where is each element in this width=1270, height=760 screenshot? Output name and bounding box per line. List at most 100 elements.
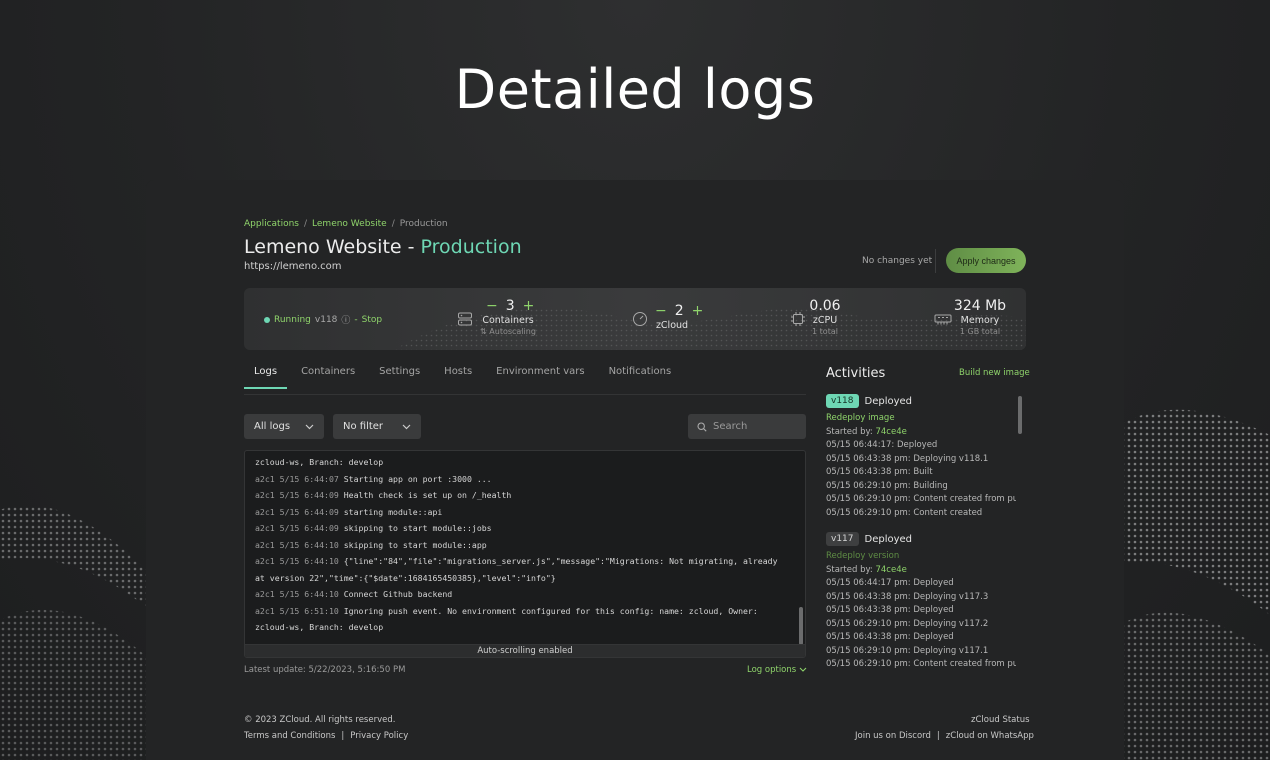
memory-stat: 324 Mb Memory 1 GB total — [950, 298, 1010, 336]
log-line: zcloud-ws, Branch: develop — [255, 457, 384, 467]
app-status: Running v118 ⓘ - Stop — [264, 313, 382, 326]
log-line: a2c1 5/15 6:44:10 {"line":"84","file":"m… — [255, 556, 778, 566]
running-dot-icon — [264, 316, 270, 323]
footer-separator: | — [341, 731, 345, 741]
activity-event: 05/15 06:43:38 pm: Deployed — [826, 605, 954, 615]
breadcrumb-separator: / — [303, 219, 308, 229]
log-scrollbar[interactable] — [799, 607, 803, 645]
tabs-divider — [244, 394, 806, 395]
decrease-containers-button[interactable]: − — [486, 298, 498, 314]
breadcrumb-applications[interactable]: Applications — [244, 219, 299, 229]
log-line: a2c1 5/15 6:44:09 Health check is set up… — [255, 490, 512, 500]
privacy-link[interactable]: Privacy Policy — [350, 731, 408, 741]
tab-containers[interactable]: Containers — [291, 366, 365, 389]
autoscaling-label: ⇅ Autoscaling — [480, 327, 536, 336]
activities-scrollbar[interactable] — [1018, 396, 1022, 434]
info-icon[interactable]: ⓘ — [341, 313, 350, 326]
increase-containers-button[interactable]: + — [523, 298, 535, 314]
chevron-down-icon — [799, 667, 807, 672]
chevron-down-icon — [305, 424, 314, 429]
log-line: a2c1 5/15 6:44:07 Starting app on port :… — [255, 473, 492, 484]
footer-separator: | — [936, 731, 940, 741]
tab-environment-vars[interactable]: Environment vars — [486, 366, 594, 389]
zcpu-label: zCPU — [812, 315, 838, 326]
decrease-zcloud-button[interactable]: − — [655, 303, 667, 319]
log-line: a2c1 5/15 6:51:10 Ignoring push event. N… — [255, 605, 758, 616]
activity-event: 05/15 06:44:17: Deployed — [826, 440, 938, 450]
status-separator: - — [354, 314, 358, 325]
hero-title: Detailed logs — [454, 58, 816, 121]
dashboard-panel: Applications / Lemeno Website / Production L… — [146, 180, 1124, 760]
breadcrumb-app[interactable]: Lemeno Website — [312, 219, 387, 229]
app-url[interactable]: https://lemeno.com — [244, 261, 342, 272]
commit-hash-link[interactable]: 74ce4e — [875, 565, 906, 575]
zcpu-value: 0.06 — [809, 298, 841, 314]
discord-link[interactable]: Join us on Discord — [855, 731, 931, 741]
containers-count: 3 — [505, 298, 515, 314]
app-name: Lemeno Website - — [244, 236, 421, 258]
version-badge: v117 — [826, 532, 859, 546]
log-line: at version 22","time":{"$date":168416545… — [255, 572, 556, 583]
log-options-label: Log options — [747, 665, 797, 675]
log-line: zcloud-ws, Branch: develop — [255, 622, 384, 632]
started-by: Started by: 74ce4e — [826, 564, 907, 575]
breadcrumb-separator: / — [391, 219, 395, 229]
whatsapp-link[interactable]: zCloud on WhatsApp — [946, 731, 1034, 741]
memory-value: 324 Mb — [953, 298, 1007, 314]
activity-status: Deployed — [864, 395, 913, 407]
log-lines: zcloud-ws, Branch: develop a2c1 5/15 6:4… — [255, 454, 791, 636]
zcloud-stat: −2 + zCloud — [647, 303, 703, 331]
activity-event: 05/15 06:29:10 pm: Deploying v117.2 — [826, 618, 989, 629]
log-line: a2c1 5/15 6:44:09 starting module::api — [255, 506, 443, 517]
tab-logs[interactable]: Logs — [244, 366, 288, 389]
build-new-image-button[interactable]: Build new image — [959, 368, 1030, 378]
started-by: Started by: 74ce4e — [826, 426, 907, 437]
apply-changes-button[interactable]: Apply changes — [946, 248, 1026, 273]
redeploy-version-button[interactable]: Redeploy version — [826, 550, 1016, 564]
activity-event: 05/15 06:29:10 pm: Content created from … — [826, 494, 1016, 504]
autoscroll-toggle[interactable]: Auto-scrolling enabled — [245, 644, 805, 657]
log-viewer[interactable]: zcloud-ws, Branch: develop a2c1 5/15 6:4… — [244, 450, 806, 658]
redeploy-image-button[interactable]: Redeploy image — [826, 412, 1016, 426]
memory-total: 1 GB total — [959, 327, 1001, 336]
version-badge: v118 — [826, 394, 859, 408]
log-options-button[interactable]: Log options — [747, 665, 807, 675]
footer-legal-links: Terms and Conditions | Privacy Policy — [244, 731, 408, 741]
search-input[interactable] — [713, 421, 793, 432]
zcpu-stat: 0.06 zCPU 1 total — [800, 298, 850, 336]
search-icon — [697, 421, 707, 432]
zcpu-total: 1 total — [812, 327, 838, 336]
activity-event: 05/15 06:29:10 pm: Building — [826, 480, 948, 491]
tab-hosts[interactable]: Hosts — [434, 366, 482, 389]
increase-zcloud-button[interactable]: + — [692, 303, 704, 319]
commit-hash-link[interactable]: 74ce4e — [875, 427, 906, 437]
stats-bar: Running v118 ⓘ - Stop −3 + Containers ⇅ A… — [244, 288, 1026, 350]
tab-settings[interactable]: Settings — [369, 366, 430, 389]
status-link[interactable]: zCloud Status — [971, 715, 1030, 725]
changes-status: No changes yet — [862, 256, 933, 266]
filter-select[interactable]: No filter — [333, 414, 421, 439]
terms-link[interactable]: Terms and Conditions — [244, 731, 335, 741]
breadcrumb-current: Production — [399, 219, 448, 229]
activity-event: 05/15 06:29:10 pm: Content created — [826, 507, 983, 518]
activity-status: Deployed — [864, 533, 913, 545]
zcloud-count: 2 — [674, 303, 684, 319]
gauge-icon — [633, 312, 647, 326]
activity-item: v117 Deployed Redeploy version Started b… — [826, 532, 1016, 672]
tab-notifications[interactable]: Notifications — [599, 366, 682, 389]
tab-bar: Logs Containers Settings Hosts Environme… — [244, 366, 685, 389]
search-box[interactable] — [688, 414, 806, 439]
server-icon — [458, 312, 472, 326]
logs-select[interactable]: All logs — [244, 414, 324, 439]
activities-list: v118 Deployed Redeploy image Started by:… — [826, 394, 1016, 676]
containers-label: Containers — [482, 315, 534, 326]
activity-event: 05/15 06:43:38 pm: Deploying v118.1 — [826, 453, 989, 464]
stop-button[interactable]: Stop — [362, 315, 382, 325]
activities-title: Activities — [826, 366, 886, 381]
logs-select-value: All logs — [254, 421, 291, 432]
activity-event: 05/15 06:29:10 pm: Content created from … — [826, 659, 1016, 669]
activity-item: v118 Deployed Redeploy image Started by:… — [826, 394, 1016, 520]
log-line: a2c1 5/15 6:44:10 Connect Github backend — [255, 589, 453, 599]
memory-label: Memory — [960, 315, 1000, 326]
footer-social-links: Join us on Discord | zCloud on WhatsApp — [855, 731, 1034, 741]
